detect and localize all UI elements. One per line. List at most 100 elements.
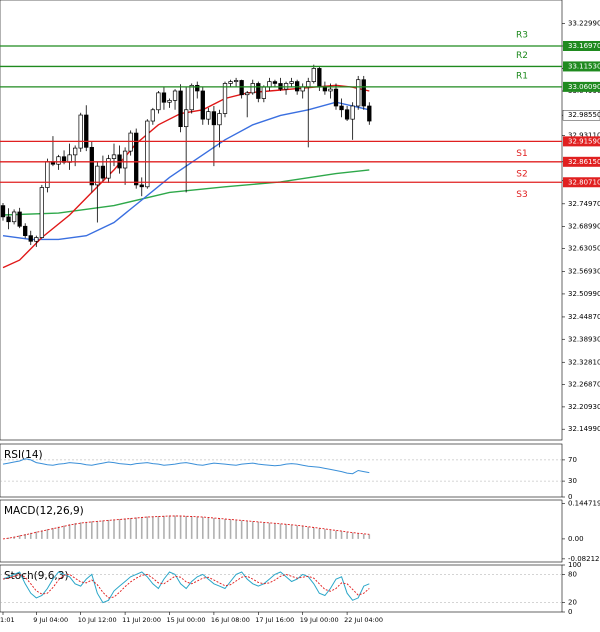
macd-tick-label: 0.00 [568, 535, 584, 543]
candle-body [78, 114, 83, 149]
candle-body [222, 83, 228, 114]
level-name-r1: R1 [516, 71, 528, 81]
x-tick-label: 15 Jul 00:00 [167, 616, 206, 624]
level-price-label: 32.91590 [568, 137, 600, 145]
candle-body [272, 81, 278, 84]
stoch-tick-label: 20 [568, 599, 577, 607]
candle-body [28, 235, 33, 242]
level-price-label: 32.80710 [568, 178, 600, 186]
x-tick-label: 19 Jul 00:00 [300, 616, 339, 624]
candle-body [344, 109, 350, 120]
candle-body [150, 109, 156, 122]
candle-body [200, 90, 205, 120]
candle-body [11, 211, 17, 223]
y-tick-label: 32.44870 [568, 313, 600, 321]
y-tick-label: 32.32810 [568, 358, 600, 366]
stoch-tick-label: 100 [568, 561, 581, 569]
chart-svg: 33.2299033.1697033.1095033.0499032.98550… [0, 0, 600, 628]
candle-body [311, 68, 316, 82]
candle-body [34, 237, 39, 242]
candle-body [233, 80, 239, 82]
x-tick-label: 17 Jul 16:00 [255, 616, 294, 624]
candle-body [250, 83, 255, 94]
candle-body [211, 111, 217, 126]
level-name-r2: R2 [516, 51, 528, 61]
chart-stage: 33.2299033.1697033.1095033.0499032.98550… [0, 0, 600, 628]
y-tick-label: 32.50990 [568, 290, 600, 298]
candle-body [72, 147, 78, 156]
level-price-label: 33.16970 [568, 42, 600, 50]
level-name-s3: S3 [516, 190, 527, 200]
level-name-s1: S1 [516, 149, 527, 159]
candle-body [17, 211, 22, 227]
y-tick-label: 32.14990 [568, 425, 600, 433]
candle-body [145, 120, 150, 188]
candle-body [245, 92, 250, 96]
candle-body [0, 205, 6, 218]
candle-body [89, 146, 94, 186]
y-tick-label: 32.26870 [568, 381, 600, 389]
y-tick-label: 32.20930 [568, 403, 600, 411]
candle-body [139, 184, 144, 188]
candle-body [361, 79, 366, 107]
x-tick-label: 10 Jul 12:00 [78, 616, 117, 624]
candle-body [328, 88, 333, 92]
candle-body [339, 105, 344, 111]
candle-body [261, 86, 266, 99]
candle-body [45, 161, 50, 188]
candle-body [39, 187, 44, 238]
stoch-tick-label: 80 [568, 570, 577, 578]
y-tick-label: 32.68990 [568, 222, 600, 230]
candle-body [111, 154, 117, 159]
rsi-tick-label: 70 [568, 456, 577, 464]
level-name-r3: R3 [516, 30, 528, 40]
candle-body [300, 86, 305, 92]
chart-background [0, 0, 600, 628]
candle-body [23, 225, 28, 237]
candle-body [289, 81, 294, 84]
x-tick-label: 11 Jul 20:00 [122, 616, 161, 624]
level-price-label: 32.86150 [568, 158, 600, 166]
candle-body [189, 84, 194, 111]
candle-body [322, 86, 328, 92]
candle-body [333, 88, 339, 107]
candle-body [239, 80, 244, 96]
candle-body [350, 105, 355, 120]
candle-body [100, 165, 106, 179]
candle-body [228, 81, 233, 84]
candle-body [178, 90, 183, 128]
y-tick-label: 32.38930 [568, 335, 600, 343]
candle-body [195, 84, 200, 92]
macd-label: MACD(12,26,9) [4, 505, 84, 517]
level-price-label: 33.11530 [568, 62, 600, 70]
x-tick-label: 1:01 [0, 616, 15, 624]
candle-body [167, 100, 172, 103]
level-price-label: 33.06090 [568, 83, 600, 91]
x-tick-label: 9 Jul 04:00 [33, 616, 68, 624]
y-tick-label: 32.74970 [568, 200, 600, 208]
last-price-label: 32.98550 [568, 111, 600, 119]
candle-body [256, 83, 261, 99]
macd-tick-label: 0.144719 [568, 500, 600, 508]
y-tick-label: 32.63050 [568, 245, 600, 253]
candle-body [206, 111, 211, 120]
candle-body [317, 68, 322, 88]
x-tick-label: 16 Jul 08:00 [211, 616, 250, 624]
candle-body [6, 216, 11, 223]
candle-body [156, 92, 161, 111]
candle-body [122, 150, 128, 169]
candle-body [128, 132, 133, 152]
stoch-tick-label: 0 [568, 608, 572, 616]
candle-body [172, 90, 178, 101]
y-tick-label: 32.56930 [568, 268, 600, 276]
y-tick-label: 33.22990 [568, 19, 600, 27]
candle-body [184, 109, 189, 128]
rsi-tick-label: 30 [568, 477, 577, 485]
candle-body [161, 92, 167, 103]
candle-body [56, 156, 61, 165]
candle-body [217, 113, 222, 126]
candle-body [356, 79, 361, 107]
candle-body [367, 105, 372, 122]
level-name-s2: S2 [516, 169, 527, 179]
candle-body [84, 114, 89, 148]
